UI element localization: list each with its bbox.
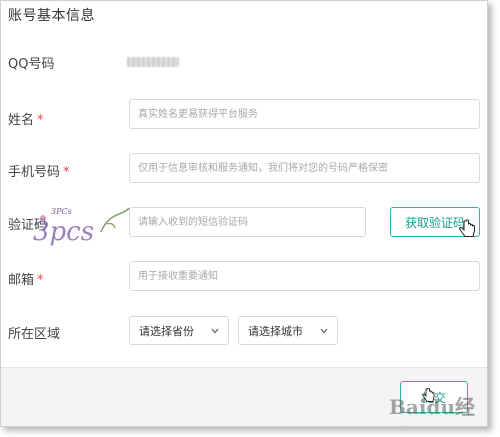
phone-label-row: 手机号码 * [8,161,70,180]
province-select[interactable]: 请选择省份 [129,316,229,345]
email-label: 邮箱 [8,273,35,288]
required-mark: * [37,113,44,128]
email-label-row: 邮箱 * [8,269,44,288]
qq-label: QQ号码 [8,57,55,72]
city-select[interactable]: 请选择城市 [238,316,338,345]
required-mark: * [37,273,44,288]
required-mark: * [63,165,70,180]
qq-number-masked [127,57,179,67]
phone-label: 手机号码 [8,165,61,180]
chevron-down-icon [320,328,328,334]
decorative-stamp-logo: 3PCs 3pcs [33,207,130,247]
svg-text:3PCs: 3PCs [51,207,72,216]
name-label-row: 姓名 * [8,109,44,128]
name-input[interactable] [129,99,480,129]
baidu-watermark: Baidu经验 [389,395,475,426]
chevron-down-icon [211,328,219,334]
sms-code-input[interactable] [129,207,366,237]
email-input[interactable] [129,261,480,291]
dialog-title: 账号基本信息 [8,8,95,24]
region-label: 所在区域 [8,327,61,342]
hand-cursor-icon [459,219,475,237]
province-select-value: 请选择省份 [139,324,194,338]
name-label: 姓名 [8,113,35,128]
account-info-dialog: 账号基本信息 QQ号码 姓名* 手机号码* 验证码 获取验证码 邮箱* 所在区域… [0,0,488,427]
phone-input[interactable] [129,153,480,183]
city-select-value: 请选择城市 [248,324,303,338]
svg-text:3pcs: 3pcs [33,217,94,247]
